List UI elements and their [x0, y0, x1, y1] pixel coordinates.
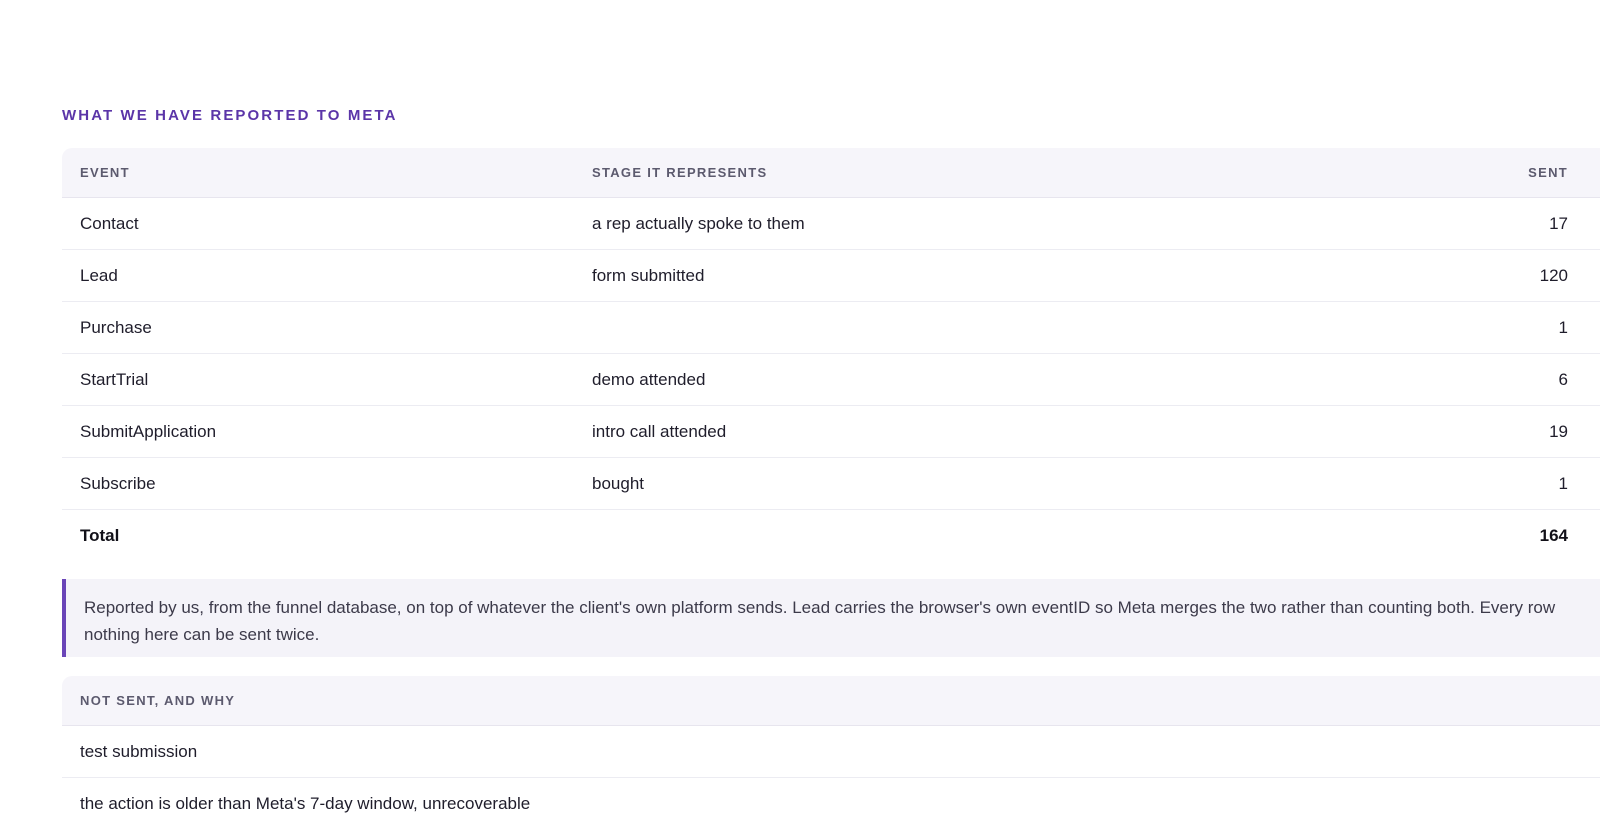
- column-header-sent: SENT: [1374, 148, 1600, 198]
- stage-cell: bought: [574, 457, 1374, 510]
- table-row: test submission: [62, 725, 1600, 778]
- table-row: Contact a rep actually spoke to them 17: [62, 197, 1600, 250]
- sent-count-cell: 17: [1374, 197, 1600, 250]
- stage-cell: [574, 301, 1374, 354]
- sent-count-cell: 19: [1374, 405, 1600, 458]
- event-name-cell: SubmitApplication: [62, 405, 574, 458]
- section-title: WHAT WE HAVE REPORTED TO META: [62, 107, 398, 124]
- total-stage-cell: [574, 510, 1374, 562]
- sent-count-cell: 6: [1374, 353, 1600, 406]
- table-row: Purchase 1: [62, 301, 1600, 354]
- events-table: EVENT STAGE IT REPRESENTS SENT Contact a…: [62, 148, 1600, 561]
- events-table-card: EVENT STAGE IT REPRESENTS SENT Contact a…: [62, 148, 1600, 561]
- not-sent-table-card: NOT SENT, AND WHY test submission the ac…: [62, 676, 1600, 829]
- column-header-stage: STAGE IT REPRESENTS: [574, 148, 1374, 198]
- events-table-header-row: EVENT STAGE IT REPRESENTS SENT: [62, 148, 1600, 198]
- column-header-event: EVENT: [62, 148, 574, 198]
- total-row: Total 164: [62, 510, 1600, 562]
- column-header-not-sent: NOT SENT, AND WHY: [62, 676, 1600, 726]
- event-name-cell: Contact: [62, 197, 574, 250]
- table-row: Lead form submitted 120: [62, 249, 1600, 302]
- event-name-cell: StartTrial: [62, 353, 574, 406]
- event-name-cell: Lead: [62, 249, 574, 302]
- stage-cell: intro call attended: [574, 405, 1374, 458]
- note-text-line-2: nothing here can be sent twice.: [84, 624, 320, 644]
- stage-cell: form submitted: [574, 249, 1374, 302]
- sent-count-cell: 1: [1374, 457, 1600, 510]
- page: WHAT WE HAVE REPORTED TO META EVENT STAG…: [0, 0, 1600, 829]
- info-note: Reported by us, from the funnel database…: [62, 579, 1600, 657]
- table-row: SubmitApplication intro call attended 19: [62, 405, 1600, 458]
- table-row: the action is older than Meta's 7-day wi…: [62, 777, 1600, 829]
- stage-cell: a rep actually spoke to them: [574, 197, 1374, 250]
- table-row: Subscribe bought 1: [62, 457, 1600, 510]
- event-name-cell: Purchase: [62, 301, 574, 354]
- sent-count-cell: 120: [1374, 249, 1600, 302]
- sent-count-cell: 1: [1374, 301, 1600, 354]
- note-text-line-1: Reported by us, from the funnel database…: [84, 598, 1556, 617]
- not-sent-header-row: NOT SENT, AND WHY: [62, 676, 1600, 726]
- not-sent-reason-cell: test submission: [62, 725, 1600, 778]
- not-sent-table: NOT SENT, AND WHY test submission the ac…: [62, 676, 1600, 829]
- not-sent-reason-cell: the action is older than Meta's 7-day wi…: [62, 777, 1600, 829]
- table-row: StartTrial demo attended 6: [62, 353, 1600, 406]
- total-sent-count: 164: [1539, 525, 1568, 545]
- event-name-cell: Subscribe: [62, 457, 574, 510]
- total-label: Total: [80, 525, 120, 545]
- stage-cell: demo attended: [574, 353, 1374, 406]
